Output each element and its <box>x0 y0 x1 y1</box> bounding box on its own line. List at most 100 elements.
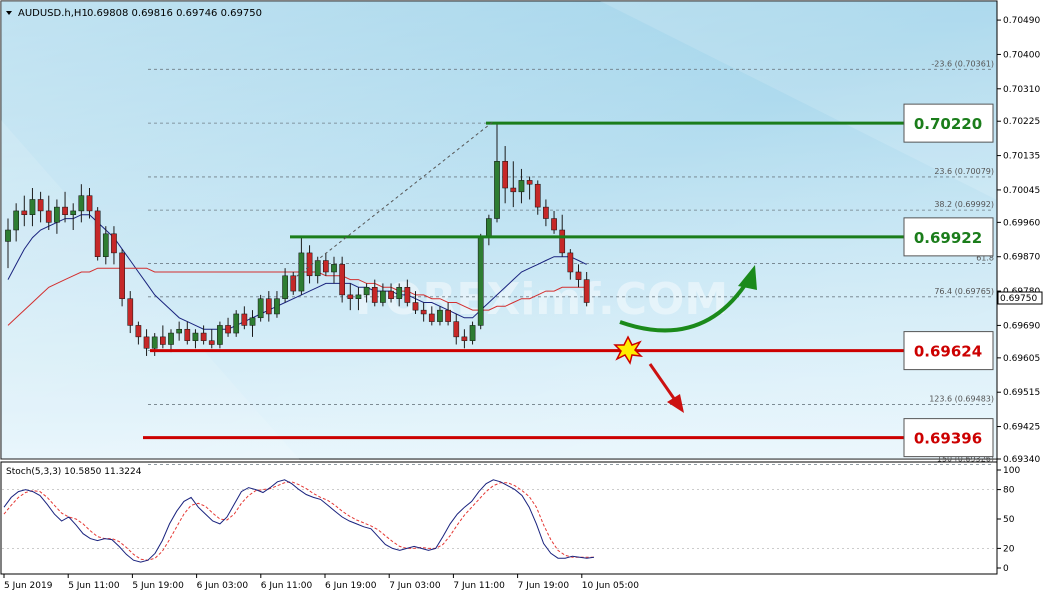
candle-up <box>5 229 11 242</box>
price-label: 0.69605 <box>1003 354 1040 364</box>
candle-up <box>331 264 337 273</box>
candle-up <box>314 260 321 277</box>
candle-up <box>249 317 256 326</box>
price-label: 0.70310 <box>1003 85 1040 95</box>
fib-label: 76.4 (0.69765) <box>934 287 994 296</box>
candle-down <box>526 180 533 185</box>
candle-down <box>461 336 468 341</box>
price-label: 0.70225 <box>1003 117 1040 127</box>
candle-down <box>111 233 117 254</box>
candle-up <box>274 298 280 315</box>
time-axis: 5 Jun 2019 5 Jun 11:00 5 Jun 19:00 6 Jun 03… <box>3 574 639 591</box>
price-label: 0.70490 <box>1003 16 1040 26</box>
candle-down <box>347 294 354 299</box>
candle-down <box>388 290 394 299</box>
candle-up <box>176 328 183 334</box>
candle-down <box>127 298 134 326</box>
candle-up <box>168 332 174 345</box>
time-label: 6 Jun 11:00 <box>261 581 313 591</box>
candle-down <box>404 287 411 303</box>
time-label: 7 Jun 11:00 <box>453 581 505 591</box>
candle-down <box>534 183 541 208</box>
candle-down <box>37 199 44 212</box>
fib-label: 23.6 (0.70079) <box>934 167 994 176</box>
candle-up <box>102 233 109 257</box>
level-label: 0.70220 <box>914 115 982 133</box>
candle-up <box>78 195 85 212</box>
price-label: 0.69870 <box>1003 253 1040 263</box>
candle-down <box>412 302 419 311</box>
ohlc-values: 0.69808 0.69816 0.69746 0.69750 <box>87 8 262 19</box>
candle-down <box>371 287 378 303</box>
price-label: 0.69515 <box>1003 388 1040 398</box>
chart-svg: FOREXimf.COM -23.6 (0.70361)0.023.6 (0.7… <box>0 0 1043 591</box>
candle-down <box>323 260 329 273</box>
symbol-label: AUDUSD.h,H1 <box>18 8 88 19</box>
level-label: 0.69396 <box>914 430 982 448</box>
candle-up <box>54 206 60 223</box>
candle-down <box>184 328 191 341</box>
time-label: 6 Jun 03:00 <box>197 581 249 591</box>
candle-down <box>445 309 451 322</box>
price-label: 0.69425 <box>1003 423 1040 433</box>
candle-up <box>233 313 240 334</box>
candle-down <box>62 206 68 215</box>
fib-label: 123.6 (0.69483) <box>929 394 994 403</box>
candle-down <box>420 309 427 315</box>
candle-down <box>575 271 582 280</box>
candle-up <box>494 161 500 219</box>
time-label: 5 Jun 11:00 <box>68 581 120 591</box>
candle-down <box>551 218 557 231</box>
candle-down <box>543 206 549 219</box>
candle-down <box>567 252 574 273</box>
candle-down <box>208 340 215 345</box>
candle-down <box>453 321 460 338</box>
fib-label: -23.6 (0.70361) <box>931 59 994 68</box>
candle-up <box>217 325 223 345</box>
time-label: 10 Jun 05:00 <box>582 581 639 591</box>
candle-down <box>241 313 248 326</box>
trading-chart: FOREXimf.COM -23.6 (0.70361)0.023.6 (0.7… <box>0 0 1046 598</box>
candle-up <box>437 309 443 322</box>
stoch-axis-label: 20 <box>1003 544 1015 554</box>
candle-up <box>380 290 386 303</box>
stoch-axis-label: 100 <box>1003 466 1020 476</box>
price-label: 0.69960 <box>1003 218 1040 228</box>
price-label: 0.70135 <box>1003 152 1040 162</box>
candle-up <box>477 237 484 326</box>
candle-down <box>160 336 166 345</box>
price-label: 0.70045 <box>1003 186 1040 196</box>
level-label: 0.69624 <box>914 343 982 361</box>
candle-down <box>502 161 508 189</box>
time-label: 5 Jun 19:00 <box>132 581 184 591</box>
candle-up <box>257 298 264 319</box>
time-label: 7 Jun 19:00 <box>518 581 570 591</box>
candle-up <box>29 199 36 215</box>
stoch-axis-label: 80 <box>1003 486 1015 496</box>
candle-down <box>45 210 52 223</box>
candle-down <box>339 264 345 296</box>
candle-down <box>583 279 590 303</box>
price-axis: 0.70490 0.70400 0.70310 0.70225 0.70135 0.700… <box>997 16 1040 465</box>
time-label: 5 Jun 2019 <box>4 581 53 591</box>
stochastic-axis: 100 80 50 20 0 <box>997 466 1020 574</box>
candle-up <box>469 325 476 341</box>
candle-down <box>21 210 28 215</box>
candle-up <box>13 210 19 231</box>
candle-down <box>119 252 125 299</box>
candle-down <box>135 325 142 338</box>
stoch-axis-label: 0 <box>1003 564 1009 574</box>
candle-down <box>265 298 272 315</box>
price-label: 0.69690 <box>1003 321 1040 331</box>
candle-up <box>518 180 525 193</box>
candle-up <box>151 336 158 349</box>
candle-down <box>94 210 101 257</box>
candle-down <box>559 229 566 254</box>
price-label: 0.70400 <box>1003 50 1040 60</box>
candle-down <box>225 325 231 334</box>
candle-down <box>143 336 150 349</box>
stochastic-title: Stoch(5,3,3) 10.5850 11.3224 <box>6 467 142 477</box>
candle-up <box>192 332 199 341</box>
candle-down <box>510 187 517 193</box>
level-label: 0.69922 <box>914 229 982 247</box>
